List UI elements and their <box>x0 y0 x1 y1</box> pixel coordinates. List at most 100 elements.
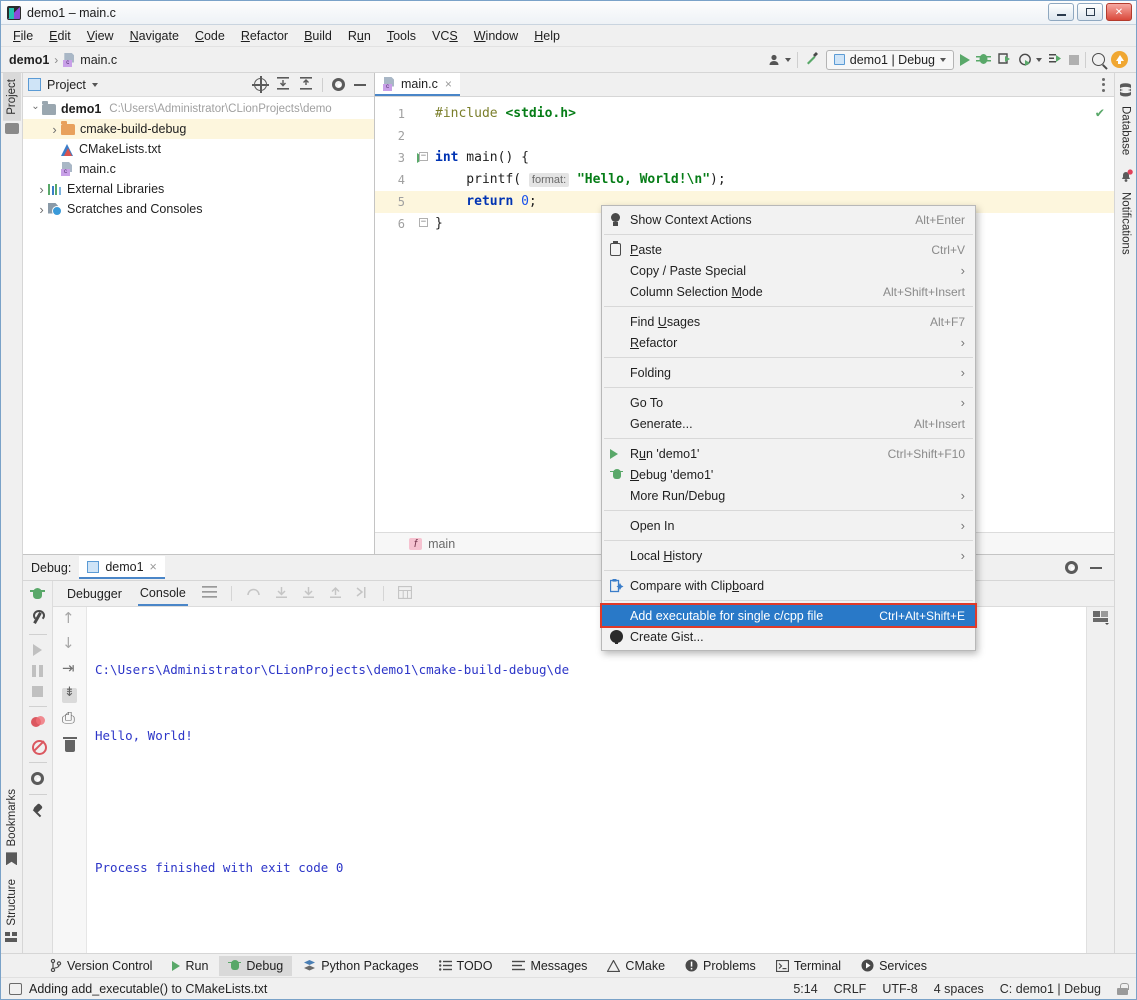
bottom-tab-cmake[interactable]: CMake <box>598 956 674 976</box>
menu-item-debug-demo1[interactable]: Debug 'demo1' <box>602 464 975 485</box>
bottom-tab-messages[interactable]: Messages <box>503 956 596 976</box>
close-icon[interactable]: × <box>445 77 452 91</box>
minimize-button[interactable] <box>1048 3 1074 21</box>
settings-gear-icon[interactable] <box>332 78 345 91</box>
menu-help[interactable]: Help <box>526 27 568 45</box>
caret-position[interactable]: 5:14 <box>793 982 817 996</box>
menu-build[interactable]: Build <box>296 27 340 45</box>
scroll-to-end-icon[interactable] <box>62 688 77 703</box>
menu-view[interactable]: View <box>79 27 122 45</box>
fold-collapse-icon[interactable]: − <box>419 218 428 227</box>
build-context[interactable]: C: demo1 | Debug <box>1000 982 1101 996</box>
menu-icon[interactable] <box>202 586 217 601</box>
step-into-icon[interactable] <box>275 586 288 602</box>
tree-row-cmakelists[interactable]: CMakeLists.txt <box>23 139 374 159</box>
close-icon[interactable]: × <box>150 560 157 574</box>
tab-console[interactable]: Console <box>138 582 188 606</box>
update-button[interactable] <box>1111 51 1128 68</box>
view-breakpoints-icon[interactable] <box>31 716 45 730</box>
line-separator[interactable]: CRLF <box>834 982 867 996</box>
run-with-coverage-icon[interactable] <box>997 51 1012 69</box>
hide-icon[interactable] <box>1090 567 1102 569</box>
tab-debugger[interactable]: Debugger <box>65 583 124 605</box>
bottom-tab-debug[interactable]: Debug <box>219 956 292 976</box>
step-over-icon[interactable] <box>246 586 261 602</box>
menu-item-local-history[interactable]: Local History › <box>602 545 975 566</box>
lock-icon[interactable] <box>1117 983 1128 995</box>
bottom-tab-terminal[interactable]: Terminal <box>767 956 850 976</box>
run-to-cursor-icon[interactable] <box>356 586 369 602</box>
scroll-up-icon[interactable] <box>62 613 77 628</box>
bottom-tab-version-control[interactable]: Version Control <box>41 956 161 976</box>
stop-button[interactable] <box>1069 55 1079 65</box>
layout-icon[interactable] <box>1093 611 1109 628</box>
clear-all-icon[interactable] <box>65 740 75 752</box>
menu-item-copy-paste-special[interactable]: Copy / Paste Special › <box>602 260 975 281</box>
locate-icon[interactable] <box>254 78 267 91</box>
attach-to-process-icon[interactable] <box>1048 51 1063 69</box>
menu-file[interactable]: File <box>5 27 41 45</box>
menu-item-find-usages[interactable]: Find Usages Alt+F7 <box>602 311 975 332</box>
menu-refactor[interactable]: Refactor <box>233 27 296 45</box>
scroll-down-icon[interactable] <box>62 638 77 653</box>
sidebar-item-project[interactable]: Project <box>3 73 21 121</box>
run-button[interactable] <box>960 54 970 66</box>
sidebar-item-database[interactable]: Database <box>1117 100 1135 161</box>
breadcrumb-function[interactable]: main <box>428 537 455 551</box>
inspection-status-icon[interactable]: ✔ <box>1096 105 1104 121</box>
menu-item-go-to[interactable]: Go To › <box>602 392 975 413</box>
resume-program-icon[interactable] <box>33 644 42 656</box>
soft-wrap-icon[interactable] <box>62 663 77 678</box>
step-out-icon[interactable] <box>329 586 342 602</box>
settings-gear-icon[interactable] <box>1065 561 1078 574</box>
debug-button[interactable] <box>976 51 991 69</box>
bottom-tab-problems[interactable]: Problems <box>676 956 765 976</box>
stop-program-icon[interactable] <box>32 686 43 697</box>
run-configuration-selector[interactable]: demo1 | Debug <box>826 50 954 70</box>
menu-window[interactable]: Window <box>466 27 526 45</box>
fold-collapse-icon[interactable]: − <box>419 152 428 161</box>
expand-all-icon[interactable] <box>276 77 290 93</box>
breadcrumb-project[interactable]: demo1 <box>9 53 49 67</box>
mute-breakpoints-icon[interactable] <box>31 739 45 753</box>
pin-tab-icon[interactable] <box>31 804 45 818</box>
event-log-icon[interactable] <box>9 983 22 995</box>
user-avatar-icon[interactable] <box>768 53 791 67</box>
tree-row-cmake-build-debug[interactable]: cmake-build-debug <box>23 119 374 139</box>
debug-session-tab[interactable]: demo1 × <box>79 556 165 579</box>
menu-item-paste[interactable]: Paste Ctrl+V <box>602 239 975 260</box>
close-button[interactable]: ✕ <box>1106 3 1132 21</box>
sidebar-item-notifications[interactable]: Notifications <box>1117 186 1135 261</box>
tree-row-external-libraries[interactable]: External Libraries <box>23 179 374 199</box>
print-icon[interactable] <box>62 713 77 728</box>
collapse-all-icon[interactable] <box>299 77 313 93</box>
hammer-build-icon[interactable] <box>804 50 820 69</box>
tree-row-scratches[interactable]: Scratches and Consoles <box>23 199 374 219</box>
menu-item-refactor[interactable]: Refactor › <box>602 332 975 353</box>
settings-wrench-icon[interactable] <box>30 610 45 625</box>
menu-item-run-demo1[interactable]: Run 'demo1' Ctrl+Shift+F10 <box>602 443 975 464</box>
menu-tools[interactable]: Tools <box>379 27 424 45</box>
menu-item-more-run-debug[interactable]: More Run/Debug › <box>602 485 975 506</box>
more-options-icon[interactable] <box>1102 78 1106 92</box>
menu-edit[interactable]: Edit <box>41 27 79 45</box>
menu-item-compare-with-clipboard[interactable]: Compare with Clipboard <box>602 575 975 596</box>
pause-program-icon[interactable] <box>32 665 43 677</box>
chevron-right-icon[interactable] <box>48 122 61 137</box>
menu-item-add-executable-for-single-file[interactable]: Add executable for single c/cpp file Ctr… <box>602 605 975 626</box>
menu-navigate[interactable]: Navigate <box>122 27 187 45</box>
menu-run[interactable]: Run <box>340 27 379 45</box>
settings-gear-icon[interactable] <box>31 772 44 785</box>
bottom-tab-run[interactable]: Run <box>163 956 217 976</box>
menu-vcs[interactable]: VCS <box>424 27 466 45</box>
chevron-right-icon[interactable] <box>35 182 48 197</box>
file-encoding[interactable]: UTF-8 <box>882 982 917 996</box>
chevron-down-icon[interactable] <box>92 83 98 87</box>
menu-item-generate[interactable]: Generate... Alt+Insert <box>602 413 975 434</box>
menu-item-show-context-actions[interactable]: Show Context Actions Alt+Enter <box>602 209 975 230</box>
menu-item-create-gist[interactable]: Create Gist... <box>602 626 975 647</box>
tree-row-demo1[interactable]: demo1 C:\Users\Administrator\CLionProjec… <box>23 99 374 119</box>
indent-setting[interactable]: 4 spaces <box>934 982 984 996</box>
force-step-into-icon[interactable] <box>302 586 315 602</box>
bottom-tab-services[interactable]: Services <box>852 956 936 976</box>
